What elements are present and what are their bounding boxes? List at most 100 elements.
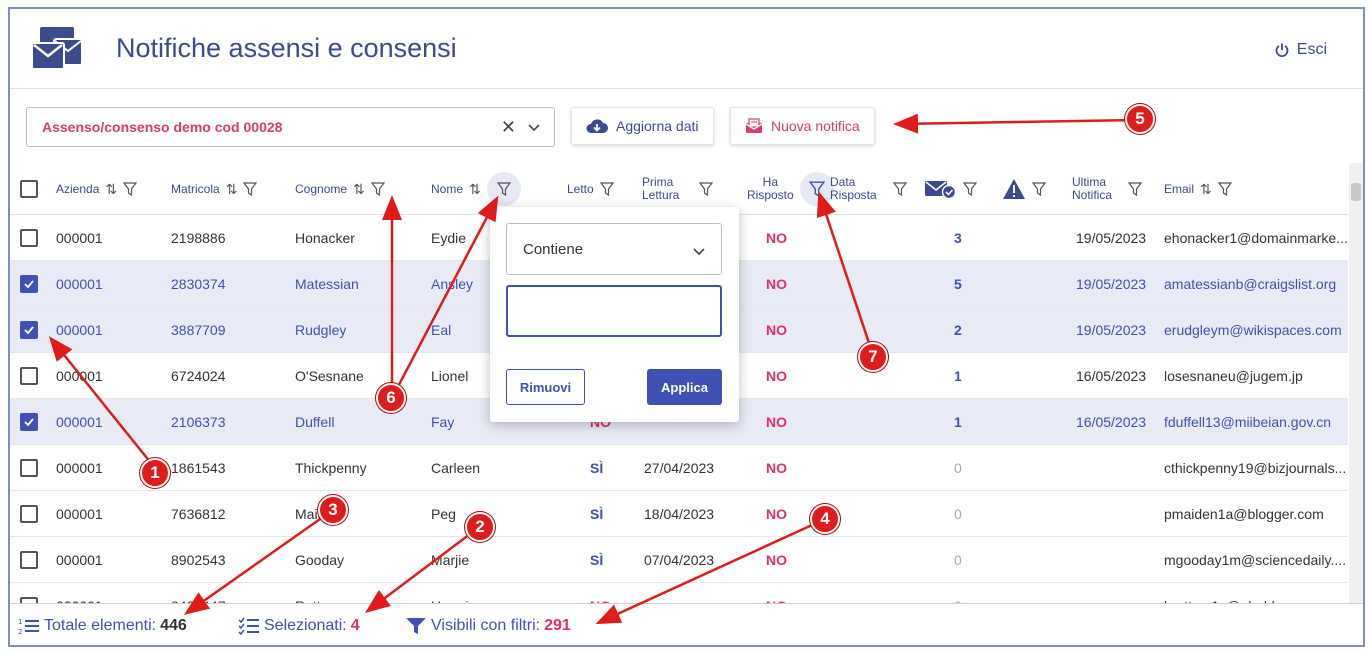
cell-nome: Hermione (431, 583, 492, 603)
row-checkbox[interactable] (20, 321, 38, 339)
scrollbar-thumb[interactable] (1351, 183, 1361, 201)
row-checkbox[interactable] (20, 505, 38, 523)
cell-email: pmaiden1a@blogger.com (1164, 506, 1324, 522)
row-checkbox[interactable] (20, 551, 38, 569)
cell-cognome: Honacker (295, 230, 355, 246)
cell-azienda: 000001 (56, 583, 103, 603)
select-all-checkbox[interactable] (20, 180, 38, 198)
status-footer: 1 2 Totale elementi: 446 Selezionati: 4 (10, 603, 1363, 647)
filter-icon[interactable] (123, 182, 138, 196)
filter-icon[interactable] (1128, 182, 1143, 196)
column-label-line: Ultima (1072, 175, 1107, 189)
annotation-badge: 3 (318, 495, 348, 525)
cell-email: hrattray1v@phpbb.com (1164, 583, 1348, 603)
sort-icon[interactable]: ⇅ (226, 181, 238, 198)
table-row[interactable]: 0000017636812MaidenPegSÌ18/04/2023NO0pma… (10, 491, 1348, 537)
cell-cognome: Gooday (295, 552, 345, 568)
annotation-badge: 4 (810, 504, 840, 534)
filter-icon[interactable] (699, 182, 714, 196)
vertical-scrollbar[interactable] (1349, 163, 1363, 603)
cell-nome: Fay (431, 414, 455, 430)
annotation-badge: 7 (858, 342, 888, 372)
refresh-data-button[interactable]: Aggiorna dati (571, 107, 714, 145)
filter-icon[interactable] (370, 182, 385, 196)
column-ha-risposto-label: Ha Risposto (747, 176, 794, 202)
clear-icon[interactable]: ✕ (501, 117, 516, 138)
sort-icon[interactable]: ⇅ (105, 181, 117, 198)
column-cognome: Cognome ⇅ (295, 163, 385, 215)
column-label-line: Notifica (1072, 188, 1113, 202)
column-label-line: Risposto (747, 188, 794, 202)
filter-operator-select[interactable]: Contiene (506, 223, 722, 275)
checklist-icon (238, 617, 259, 635)
filter-icon[interactable] (599, 182, 614, 196)
cell-ha-risposto: NO (766, 368, 787, 384)
cell-cognome: Rattray (295, 583, 340, 603)
column-ultima-notifica: Ultima Notifica (1072, 163, 1143, 215)
sort-icon[interactable]: ⇅ (469, 181, 481, 198)
filter-icon-active[interactable] (486, 172, 521, 206)
cell-ha-risposto: NO (766, 414, 787, 430)
cell-notifications-count: 5 (954, 276, 962, 292)
cell-prima-lettura: 18/04/2023 (644, 506, 715, 522)
row-checkbox-cell (20, 537, 38, 583)
cell-ultima-notifica: 19/05/2023 (1076, 322, 1147, 338)
column-ultima-notifica-label: Ultima Notifica (1072, 176, 1112, 202)
exit-button[interactable]: Esci (1275, 41, 1327, 59)
apply-filter-button[interactable]: Applica (647, 369, 722, 405)
sort-icon[interactable]: ⇅ (1200, 181, 1212, 198)
cell-email: fduffell13@miibeian.gov.cn (1164, 414, 1332, 430)
cell-notifications-count: 2 (954, 322, 962, 338)
cell-nome: Marjie (431, 552, 470, 568)
cell-matricola: 2198886 (171, 230, 226, 246)
column-nome-label: Nome (431, 182, 464, 196)
cell-matricola: 6724024 (171, 368, 226, 384)
row-checkbox[interactable] (20, 229, 38, 247)
column-data-risposta: Data Risposta (830, 163, 907, 215)
row-checkbox[interactable] (20, 367, 38, 385)
selected-items-value: 4 (350, 617, 360, 634)
sort-icon[interactable]: ⇅ (353, 181, 365, 198)
svg-text:2: 2 (18, 628, 22, 635)
filter-icon[interactable] (1032, 182, 1046, 196)
assenso-select[interactable]: Assenso/consenso demo cod 00028 ✕ (26, 107, 555, 147)
filter-icon[interactable] (1217, 182, 1232, 196)
row-checkbox[interactable] (20, 413, 38, 431)
column-ha-risposto: Ha Risposto (747, 163, 834, 215)
column-label-line: Data (830, 175, 856, 189)
app-window: Notifiche assensi e consensi Esci Assens… (8, 7, 1365, 647)
row-checkbox-cell (20, 399, 38, 445)
row-checkbox-cell (20, 261, 38, 307)
cell-nome: Lionel (431, 368, 469, 384)
filter-icon-active[interactable] (799, 172, 834, 206)
cell-cognome: Matessian (295, 276, 359, 292)
cell-matricola: 7636812 (171, 506, 226, 522)
filter-icon[interactable] (963, 182, 977, 196)
remove-filter-button[interactable]: Rimuovi (506, 369, 585, 405)
column-azienda: Azienda ⇅ (56, 163, 138, 215)
filter-value-input[interactable] (506, 285, 722, 337)
new-notification-button[interactable]: Nuova notifica (730, 107, 875, 145)
cell-email: mgooday1m@sciencedaily.... (1164, 552, 1347, 568)
cell-matricola: 1861543 (171, 460, 226, 476)
mail-open-icon (745, 118, 763, 133)
cell-letto: NO (590, 583, 611, 603)
row-checkbox-cell (20, 583, 38, 603)
cell-nome: Peg (431, 506, 456, 522)
row-checkbox[interactable] (20, 275, 38, 293)
cell-letto: SÌ (590, 552, 604, 568)
table-row[interactable]: 000001 1861543 Thickpenny Carleen SÌ 27/04/20… (10, 445, 1348, 491)
filter-icon[interactable] (892, 182, 907, 196)
table-row[interactable]: 000001 8498447 Rattray Hermione NO NO 0 hrattra… (10, 583, 1348, 603)
cell-prima-lettura: 07/04/2023 (644, 552, 715, 568)
cell-ha-risposto: NO (766, 552, 787, 568)
selected-items: Selezionati: 4 (238, 617, 360, 635)
chevron-down-icon[interactable] (526, 119, 542, 135)
filter-icon[interactable] (243, 182, 258, 196)
row-checkbox[interactable] (20, 459, 38, 477)
column-prima-lettura-label: Prima Lettura (642, 176, 679, 202)
annotation-badge: 5 (1125, 104, 1155, 134)
table-row[interactable]: 000001 8902543 Gooday Marjie SÌ 07/04/2023 NO 0… (10, 537, 1348, 583)
column-label-line: Risposta (830, 188, 877, 202)
warning-icon (1003, 179, 1025, 199)
